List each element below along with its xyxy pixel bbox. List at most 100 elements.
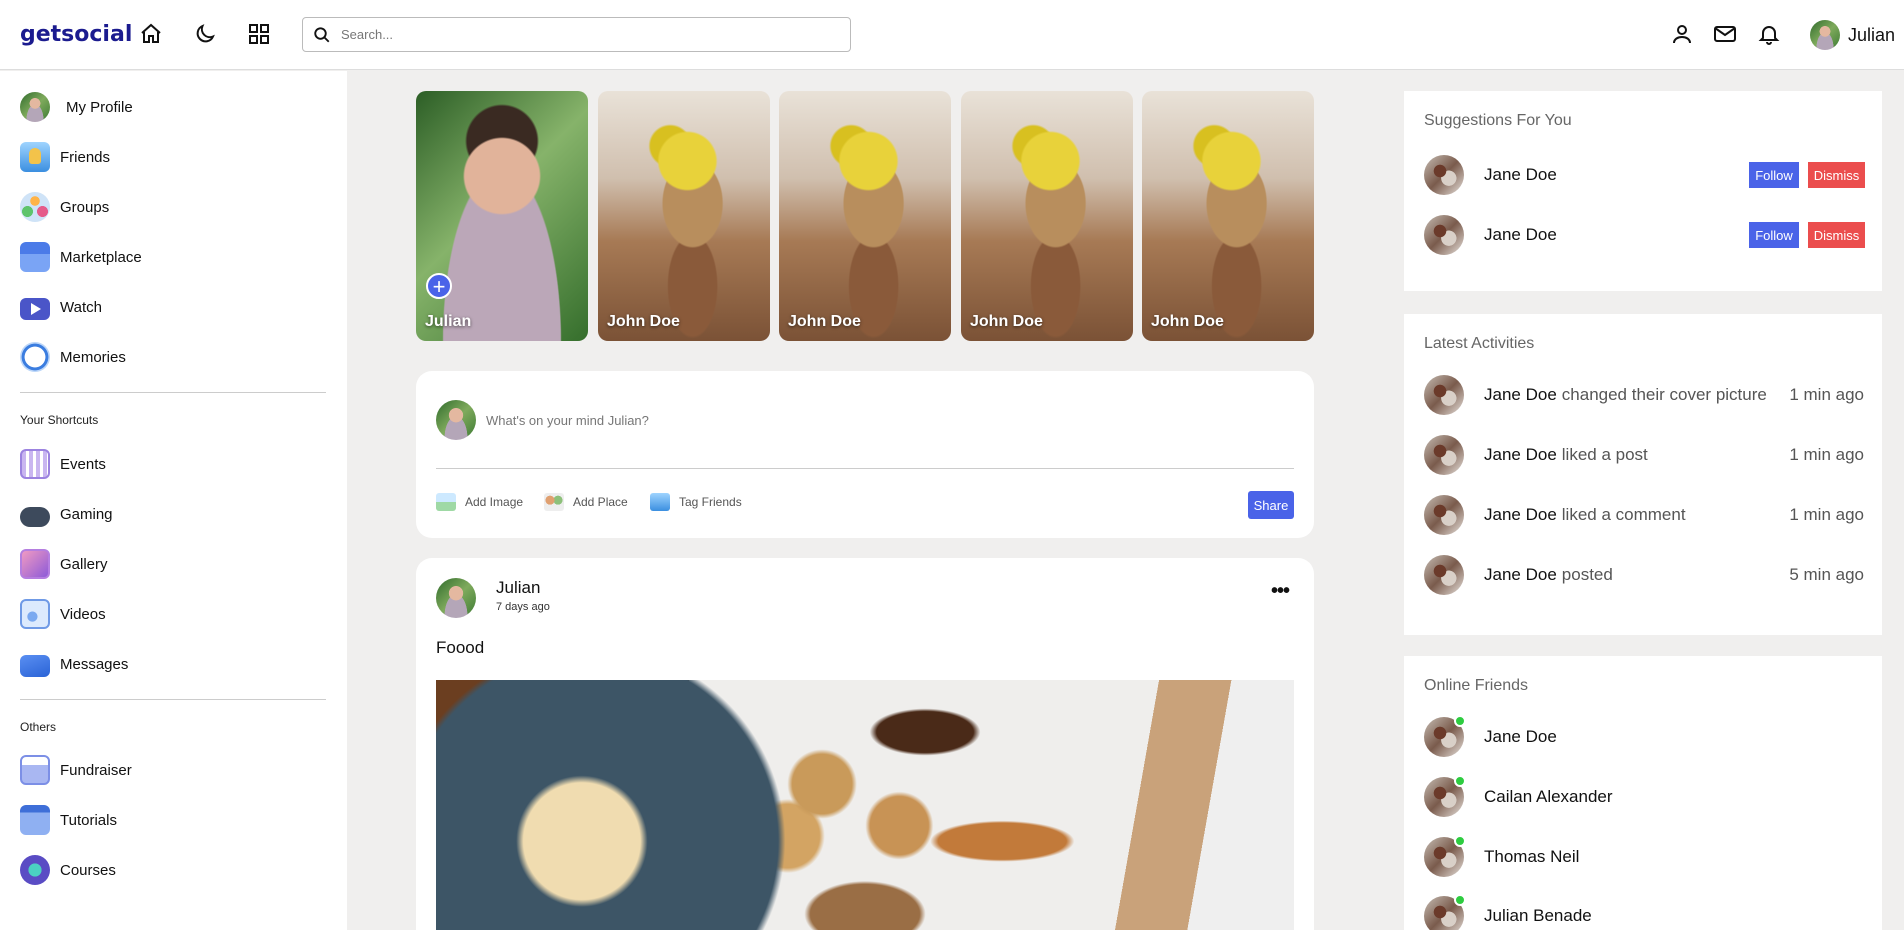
sidebar-item-groups[interactable]: Groups: [20, 191, 109, 223]
online-friend-row[interactable]: Julian Benade: [1424, 894, 1864, 930]
sidebar-item-label: Memories: [60, 348, 126, 366]
online-friend-row[interactable]: Jane Doe: [1424, 715, 1864, 757]
image-icon: [436, 493, 456, 511]
composer-input[interactable]: What's on your mind Julian?: [486, 413, 649, 428]
apps-grid-icon[interactable]: [247, 22, 271, 46]
logo[interactable]: getsocial: [20, 22, 132, 47]
mail-icon[interactable]: [1713, 22, 1737, 46]
follow-button[interactable]: Follow: [1749, 162, 1799, 188]
sidebar-item-tutorials[interactable]: Tutorials: [20, 804, 117, 836]
online-friend-row[interactable]: Thomas Neil: [1424, 835, 1864, 877]
user-avatar[interactable]: [1424, 435, 1464, 475]
dark-mode-icon[interactable]: [193, 22, 217, 46]
more-options-icon[interactable]: •••: [1271, 580, 1290, 603]
sidebar-item-marketplace[interactable]: Marketplace: [20, 241, 142, 273]
story-card[interactable]: John Doe: [961, 91, 1133, 341]
sidebar-item-memories[interactable]: Memories: [20, 341, 126, 373]
story-card[interactable]: John Doe: [779, 91, 951, 341]
sidebar-item-events[interactable]: Events: [20, 448, 106, 480]
sidebar-divider: [20, 699, 326, 700]
tutorials-icon: [20, 805, 50, 835]
suggestion-row: Jane Doe Follow Dismiss: [1424, 215, 1865, 255]
user-avatar: [1424, 775, 1466, 817]
bell-icon[interactable]: [1757, 22, 1781, 46]
sidebar-item-gallery[interactable]: Gallery: [20, 548, 108, 580]
add-story-button[interactable]: +: [426, 273, 452, 299]
videos-icon: [20, 599, 50, 629]
story-name: John Doe: [607, 313, 680, 330]
activities-card: Latest Activities Jane Doe changed their…: [1404, 314, 1882, 635]
nav-user-name: Julian: [1848, 24, 1896, 45]
story-card-own[interactable]: + Julian: [416, 91, 588, 341]
sidebar-item-label: Courses: [60, 861, 116, 879]
sidebar-item-friends[interactable]: Friends: [20, 141, 110, 173]
post-image[interactable]: [436, 680, 1294, 930]
sidebar-item-my-profile[interactable]: My Profile: [20, 91, 133, 123]
sidebar-item-label: Videos: [60, 605, 106, 623]
sidebar-item-label: Watch: [60, 298, 102, 316]
online-friend-name: Julian Benade: [1484, 906, 1592, 925]
nav-user-profile[interactable]: Julian: [1802, 20, 1895, 50]
sidebar-item-label: Friends: [60, 148, 111, 166]
activity-time: 1 min ago: [1789, 505, 1864, 524]
activity-user[interactable]: Jane Doe: [1484, 385, 1557, 405]
online-friend-name: Thomas Neil: [1484, 847, 1580, 866]
activity-action: changed their cover picture: [1561, 385, 1767, 404]
home-icon[interactable]: [139, 22, 163, 46]
suggestion-name[interactable]: Jane Doe: [1484, 225, 1557, 245]
post-author-avatar[interactable]: [436, 578, 476, 618]
sidebar-item-gaming[interactable]: Gaming: [20, 498, 113, 530]
sidebar-item-label: Groups: [60, 198, 110, 216]
online-friends-card: Online Friends Jane Doe Cailan Alexander…: [1404, 656, 1882, 930]
sidebar-item-label: My Profile: [66, 98, 133, 116]
add-place-option[interactable]: Add Place: [544, 493, 628, 511]
watch-icon: [20, 298, 50, 320]
user-avatar[interactable]: [1424, 375, 1464, 415]
tag-friends-option[interactable]: Tag Friends: [650, 493, 742, 511]
activity-time: 1 min ago: [1789, 385, 1864, 404]
share-button[interactable]: Share: [1248, 491, 1294, 519]
search-bar[interactable]: [302, 17, 851, 52]
sidebar-divider: [20, 392, 326, 393]
profile-avatar: [20, 92, 50, 122]
top-navbar: getsocial Julian: [0, 0, 1904, 70]
sidebar-item-label: Fundraiser: [60, 761, 132, 779]
gaming-icon: [20, 506, 50, 527]
online-status-dot: [1454, 835, 1466, 847]
search-input[interactable]: [341, 27, 821, 42]
user-avatar[interactable]: [1424, 215, 1464, 255]
add-place-label: Add Place: [573, 495, 628, 509]
sidebar-item-videos[interactable]: Videos: [20, 598, 106, 630]
dismiss-button[interactable]: Dismiss: [1808, 162, 1865, 188]
user-avatar[interactable]: [1424, 495, 1464, 535]
sidebar-item-label: Messages: [60, 655, 129, 673]
activity-time: 1 min ago: [1789, 445, 1864, 464]
sidebar-item-watch[interactable]: Watch: [20, 291, 102, 323]
activity-user[interactable]: Jane Doe: [1484, 505, 1557, 525]
activity-user[interactable]: Jane Doe: [1484, 565, 1557, 585]
gallery-icon: [20, 549, 50, 579]
groups-icon: [20, 192, 50, 222]
follow-button[interactable]: Follow: [1749, 222, 1799, 248]
story-card[interactable]: John Doe: [598, 91, 770, 341]
suggestion-name[interactable]: Jane Doe: [1484, 165, 1557, 185]
add-image-option[interactable]: Add Image: [436, 493, 523, 511]
person-icon[interactable]: [1670, 22, 1694, 46]
place-icon: [544, 493, 564, 511]
activity-action: liked a post: [1561, 445, 1648, 464]
online-friend-row[interactable]: Cailan Alexander: [1424, 775, 1864, 817]
fundraiser-icon: [20, 755, 50, 785]
activity-user[interactable]: Jane Doe: [1484, 445, 1557, 465]
user-avatar[interactable]: [1424, 555, 1464, 595]
shortcuts-title: Your Shortcuts: [20, 413, 99, 427]
story-name: John Doe: [1151, 313, 1224, 330]
sidebar-item-fundraiser[interactable]: Fundraiser: [20, 754, 132, 786]
dismiss-button[interactable]: Dismiss: [1808, 222, 1865, 248]
suggestions-card: Suggestions For You Jane Doe Follow Dism…: [1404, 91, 1882, 291]
story-card[interactable]: John Doe: [1142, 91, 1314, 341]
tag-friends-icon: [650, 493, 670, 511]
post-author-name[interactable]: Julian: [496, 578, 540, 598]
user-avatar[interactable]: [1424, 155, 1464, 195]
sidebar-item-messages[interactable]: Messages: [20, 648, 128, 680]
sidebar-item-courses[interactable]: Courses: [20, 854, 116, 886]
